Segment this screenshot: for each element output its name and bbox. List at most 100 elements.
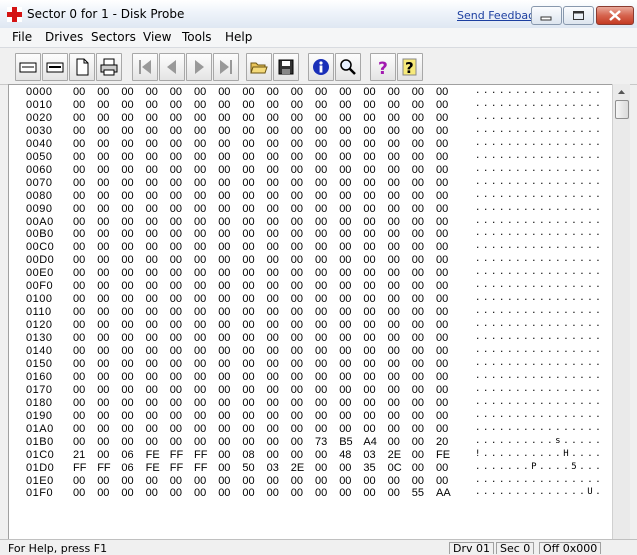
hex-byte[interactable]: 00 [339,487,351,499]
hex-byte[interactable]: 00 [146,397,158,409]
hex-byte[interactable]: 00 [194,436,206,448]
hex-byte[interactable]: 00 [242,254,254,266]
hex-byte[interactable]: 00 [218,371,230,383]
hex-byte[interactable]: 00 [170,423,182,435]
hex-byte[interactable]: 00 [194,423,206,435]
hex-byte[interactable]: 00 [412,423,424,435]
hex-byte[interactable]: 00 [73,216,85,228]
hex-byte[interactable]: 00 [388,228,400,240]
hex-row-ascii[interactable]: ................ [475,384,601,394]
hex-byte[interactable]: 00 [146,306,158,318]
hex-byte[interactable]: 00 [146,319,158,331]
hex-byte[interactable]: 00 [242,475,254,487]
hex-byte[interactable]: 00 [388,164,400,176]
hex-byte[interactable]: 00 [242,241,254,253]
menu-file[interactable]: File [12,30,32,44]
hex-byte[interactable]: 00 [388,410,400,422]
hex-byte[interactable]: 00 [170,280,182,292]
hex-byte[interactable]: 00 [291,423,303,435]
hex-byte[interactable]: 00 [315,203,327,215]
hex-byte[interactable]: 00 [121,190,133,202]
hex-byte[interactable]: 00 [146,177,158,189]
hex-byte[interactable]: 00 [436,319,448,331]
hex-byte[interactable]: 00 [242,306,254,318]
hex-byte[interactable]: 00 [412,449,424,461]
find-button[interactable] [335,53,361,81]
hex-byte[interactable]: 00 [218,125,230,137]
hex-byte[interactable]: 00 [146,125,158,137]
hex-row-ascii[interactable]: ................ [475,475,601,485]
hex-row-ascii[interactable]: ................ [475,280,601,290]
hex-byte[interactable]: 00 [315,177,327,189]
hex-byte[interactable]: 00 [97,254,109,266]
hex-byte[interactable]: 00 [363,216,375,228]
hex-byte[interactable]: 00 [315,241,327,253]
scroll-up-arrow[interactable] [613,84,630,101]
hex-byte[interactable]: 00 [436,345,448,357]
hex-byte[interactable]: B5 [339,436,352,448]
hex-byte[interactable]: 00 [412,241,424,253]
hex-byte[interactable]: 00 [267,475,279,487]
hex-byte[interactable]: 00 [412,332,424,344]
hex-byte[interactable]: 00 [146,487,158,499]
hex-byte[interactable]: 00 [388,475,400,487]
hex-byte[interactable]: 00 [194,410,206,422]
scroll-thumb[interactable] [615,100,629,119]
hex-byte[interactable]: 00 [194,254,206,266]
hex-byte[interactable]: 00 [170,306,182,318]
hex-row-ascii[interactable]: ................ [475,164,601,174]
last-sector-button[interactable] [213,53,239,81]
hex-byte[interactable]: 00 [170,293,182,305]
hex-byte[interactable]: 00 [315,293,327,305]
hex-byte[interactable]: 00 [436,112,448,124]
hex-byte[interactable]: 00 [436,216,448,228]
hex-byte[interactable]: 00 [146,241,158,253]
hex-byte[interactable]: 00 [194,319,206,331]
hex-byte[interactable]: 00 [315,345,327,357]
hex-byte[interactable]: 00 [242,319,254,331]
hex-byte[interactable]: 00 [291,319,303,331]
hex-byte[interactable]: 00 [267,345,279,357]
hex-byte[interactable]: 00 [242,138,254,150]
hex-byte[interactable]: 00 [363,397,375,409]
hex-byte[interactable]: 00 [339,190,351,202]
hex-byte[interactable]: 0C [388,462,402,474]
first-sector-button[interactable] [132,53,158,81]
hex-byte[interactable]: 00 [436,371,448,383]
hex-byte[interactable]: 00 [315,138,327,150]
hex-byte[interactable]: 00 [267,203,279,215]
hex-byte[interactable]: 00 [436,410,448,422]
hex-byte[interactable]: 00 [363,475,375,487]
hex-row-ascii[interactable]: ................ [475,293,601,303]
hex-byte[interactable]: 00 [436,254,448,266]
hex-byte[interactable]: 00 [121,293,133,305]
hex-byte[interactable]: 00 [170,254,182,266]
hex-row-ascii[interactable]: ................ [475,138,601,148]
hex-byte[interactable]: 00 [267,332,279,344]
hex-byte[interactable]: 35 [363,462,375,474]
vertical-scrollbar[interactable] [612,84,630,539]
hex-byte[interactable]: 00 [388,177,400,189]
hex-byte[interactable]: 00 [73,99,85,111]
hex-byte[interactable]: 00 [291,151,303,163]
hex-byte[interactable]: 00 [315,151,327,163]
hex-byte[interactable]: 00 [97,410,109,422]
hex-byte[interactable]: 00 [412,228,424,240]
hex-byte[interactable]: 00 [73,423,85,435]
hex-byte[interactable]: 00 [242,228,254,240]
hex-byte[interactable]: 00 [436,423,448,435]
hex-byte[interactable]: 00 [339,410,351,422]
hex-byte[interactable]: 00 [436,306,448,318]
hex-byte[interactable]: 00 [412,384,424,396]
hex-byte[interactable]: 00 [170,241,182,253]
hex-byte[interactable]: 00 [339,475,351,487]
hex-byte[interactable]: 00 [218,384,230,396]
hex-byte[interactable]: 00 [218,436,230,448]
hex-byte[interactable]: 00 [388,487,400,499]
hex-byte[interactable]: 00 [388,99,400,111]
hex-byte[interactable]: 00 [194,267,206,279]
hex-byte[interactable]: 00 [291,203,303,215]
hex-byte[interactable]: 00 [73,475,85,487]
hex-byte[interactable]: 00 [194,190,206,202]
hex-byte[interactable]: 00 [412,319,424,331]
